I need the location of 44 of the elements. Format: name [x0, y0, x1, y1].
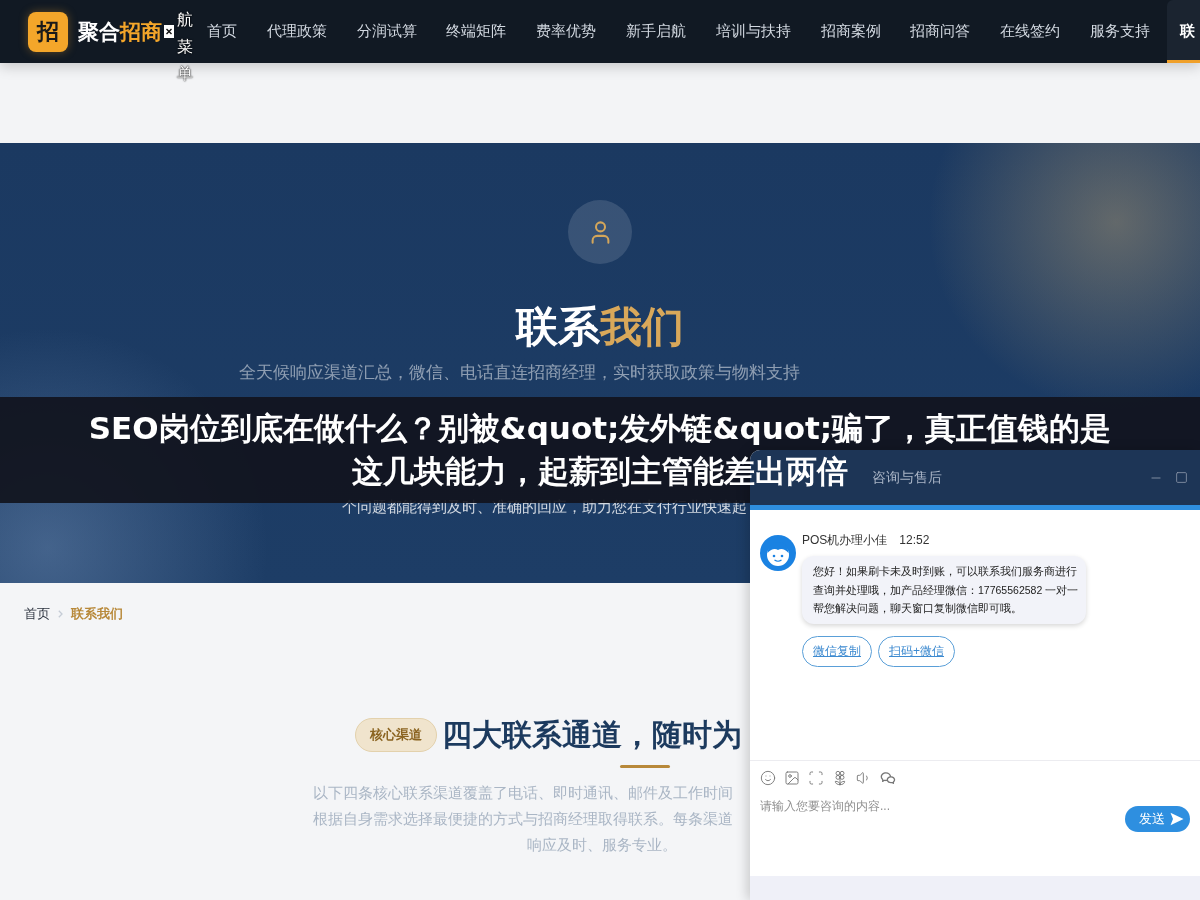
nav-item[interactable]: 培训与扶持: [715, 0, 791, 63]
send-icon: [1170, 812, 1184, 826]
nav-item[interactable]: 分润试算: [356, 0, 417, 63]
sender-name: POS机办理小佳: [802, 532, 888, 548]
message-bubble: 您好！如果刷卡未及时到账，可以联系我们服务商进行查询并处理哦，加产品经理微信：17765562582 一对一帮您解决问题，聊天窗口复制微信即可哦。: [802, 556, 1086, 624]
hero-description: 个问题都能得到及时、准确的回应，助力您在支付行业快速起: [342, 497, 747, 517]
image-icon[interactable]: [784, 770, 800, 786]
logo-text[interactable]: 聚合招商: [78, 17, 162, 46]
hero-subtitle: 全天候响应渠道汇总，微信、电话直连招商经理，实时获取政策与物料支持: [239, 362, 800, 384]
nav-item[interactable]: 费率优势: [536, 0, 597, 63]
logo-mark[interactable]: 招: [28, 11, 68, 52]
heading-underline: [620, 765, 670, 768]
section-description: 响应及时、服务专业。: [526, 835, 677, 855]
face-avatar-icon: [760, 535, 796, 571]
section-description: 以下四条核心联系渠道覆盖了电话、即时通讯、邮件及工作时间: [313, 783, 733, 803]
overlay-title: SEO岗位到底在做什么？别被&quot;发外链&quot;骗了，真正值钱的是: [88, 409, 1112, 448]
menu-label[interactable]: 航菜单: [177, 6, 193, 88]
message-input[interactable]: 请输入您要咨询的内容...: [760, 797, 1080, 815]
quick-reply-button[interactable]: 扫码+微信: [878, 635, 955, 667]
nav-item[interactable]: 代理政策: [266, 0, 327, 63]
section-description: 根据自身需求选择最便捷的方式与招商经理取得联系。每条渠道: [313, 809, 733, 829]
flower-icon[interactable]: [832, 770, 848, 786]
nav-item[interactable]: 招商案例: [820, 0, 881, 63]
chat-bubbles-icon[interactable]: [880, 770, 896, 786]
nav-item[interactable]: 首页: [207, 0, 237, 63]
hero-title: 联系我们: [516, 302, 684, 352]
section-tag: 核心渠道: [355, 718, 437, 752]
overlay-title: 这几块能力，起薪到主管能差出两倍: [352, 452, 848, 491]
nav-item[interactable]: 新手启航: [626, 0, 686, 63]
quick-reply-button[interactable]: 微信复制: [802, 635, 872, 667]
message-time: 12:52: [899, 532, 930, 548]
chevron-icon: [58, 610, 63, 618]
section-heading: 四大联系通道，随时为: [442, 717, 742, 753]
close-icon[interactable]: [164, 25, 174, 38]
breadcrumb-link[interactable]: 首页: [24, 605, 50, 623]
emoji-icon[interactable]: [760, 770, 776, 786]
nav-item[interactable]: 联: [1166, 0, 1200, 63]
nav-item[interactable]: 终端矩阵: [446, 0, 507, 63]
nav-item[interactable]: 在线签约: [1000, 0, 1061, 63]
chat-title: 咨询与售后: [872, 468, 942, 487]
maximize-icon[interactable]: [1175, 470, 1188, 485]
nav-item[interactable]: 招商问答: [910, 0, 971, 63]
fullscreen-icon[interactable]: [808, 770, 824, 786]
nav-item[interactable]: 服务支持: [1089, 0, 1150, 63]
